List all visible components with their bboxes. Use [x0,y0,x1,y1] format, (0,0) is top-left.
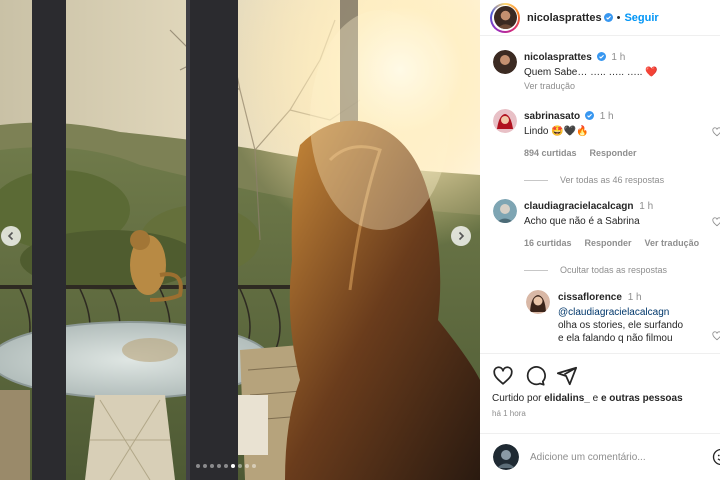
carousel-dot [252,464,256,468]
caption-time: 1 h [611,52,626,63]
carousel-dot [224,464,228,468]
liked-by-prefix: Curtido por [492,393,542,404]
comment-icon[interactable] [524,365,546,387]
carousel-dot [238,464,242,468]
follow-button[interactable]: Seguir [624,12,658,24]
commenter-avatar[interactable] [526,290,550,314]
commenter-username[interactable]: cissaflorence [558,292,622,303]
caption-avatar[interactable] [493,50,517,74]
carousel-prev-button[interactable] [1,226,21,246]
liked-by-line: Curtido por elidalins_ e e outras pessoa… [492,393,683,404]
carousel-dot [231,464,235,468]
translate-link[interactable]: Ver tradução [524,81,575,91]
comment-text: Acho que não é a Sabrina [524,216,640,227]
verified-badge-icon [596,52,606,61]
current-user-avatar [493,444,519,470]
post-timestamp: há 1 hora [492,409,526,418]
chevron-right-icon [458,231,465,241]
heart-icon[interactable] [492,365,514,387]
liked-by-connector: e [592,393,599,404]
comments-list[interactable]: nicolasprattes 1 h Quem Sabe… ….. ….. ….… [480,37,720,353]
hide-replies-button[interactable]: Ocultar todas as respostas [524,265,667,275]
author-username[interactable]: nicolasprattes [527,12,602,24]
caption-username[interactable]: nicolasprattes [524,52,592,63]
carousel-dot [217,464,221,468]
mention-link[interactable]: @claudiagracielacalcagn [558,306,683,319]
commenter-avatar[interactable] [493,199,517,223]
view-replies-button[interactable]: Ver todas as 46 respostas [524,175,664,185]
carousel-dot [203,464,207,468]
post-header: nicolasprattes • Seguir [480,0,720,36]
carousel-dot [210,464,214,468]
verified-badge-icon [584,111,594,120]
comment-time: 1 h [599,111,614,122]
comment-like-heart-icon[interactable] [712,331,720,341]
header-separator: • [616,11,621,24]
comment-likes[interactable]: 16 curtidas [524,238,572,248]
chevron-left-icon [7,231,14,241]
carousel-dots [196,464,256,468]
comment-time: 1 h [639,201,654,212]
reply-button[interactable]: Responder [590,148,637,158]
liked-by-others[interactable]: e outras pessoas [601,393,683,404]
post-photo[interactable] [0,0,480,480]
caption-text: Quem Sabe… ….. ….. ….. [524,67,643,78]
carousel-next-button[interactable] [451,226,471,246]
comment-composer[interactable]: Adicione um comentário... [480,433,720,480]
caption-heart-emoji: ❤️ [645,67,658,78]
translate-link[interactable]: Ver tradução [645,238,700,248]
comment-text: Lindo 🤩🖤🔥 [524,126,589,137]
emoji-icon[interactable] [712,448,720,466]
comment-likes[interactable]: 894 curtidas [524,148,577,158]
commenter-username[interactable]: claudiagracielacalcagn [524,201,634,212]
reply-button[interactable]: Responder [585,238,632,248]
reply-text-line: e ela falando q não filmou [558,333,673,344]
author-avatar-image [493,6,517,29]
photo-scene [0,0,480,480]
carousel-dot [196,464,200,468]
author-avatar[interactable] [490,2,520,33]
comment-like-heart-icon[interactable] [712,217,720,227]
post-actions: Curtido por elidalins_ e e outras pessoa… [480,353,720,433]
verified-badge-icon [603,13,613,22]
reply-text-line: olha os stories, ele surfando [558,320,684,331]
view-replies-label: Ver todas as 46 respostas [560,175,665,185]
post-side-panel: nicolasprattes • Seguir nicolasprattes 1… [480,0,720,480]
commenter-username[interactable]: sabrinasato [524,111,580,122]
comment-input[interactable]: Adicione um comentário... [530,452,646,463]
hide-replies-label: Ocultar todas as respostas [560,265,668,275]
carousel-dot [245,464,249,468]
commenter-avatar[interactable] [493,109,517,133]
comment-like-heart-icon[interactable] [712,127,720,137]
comment-time: 1 h [627,292,642,303]
liked-by-user[interactable]: elidalins_ [544,393,590,404]
share-icon[interactable] [556,365,578,387]
